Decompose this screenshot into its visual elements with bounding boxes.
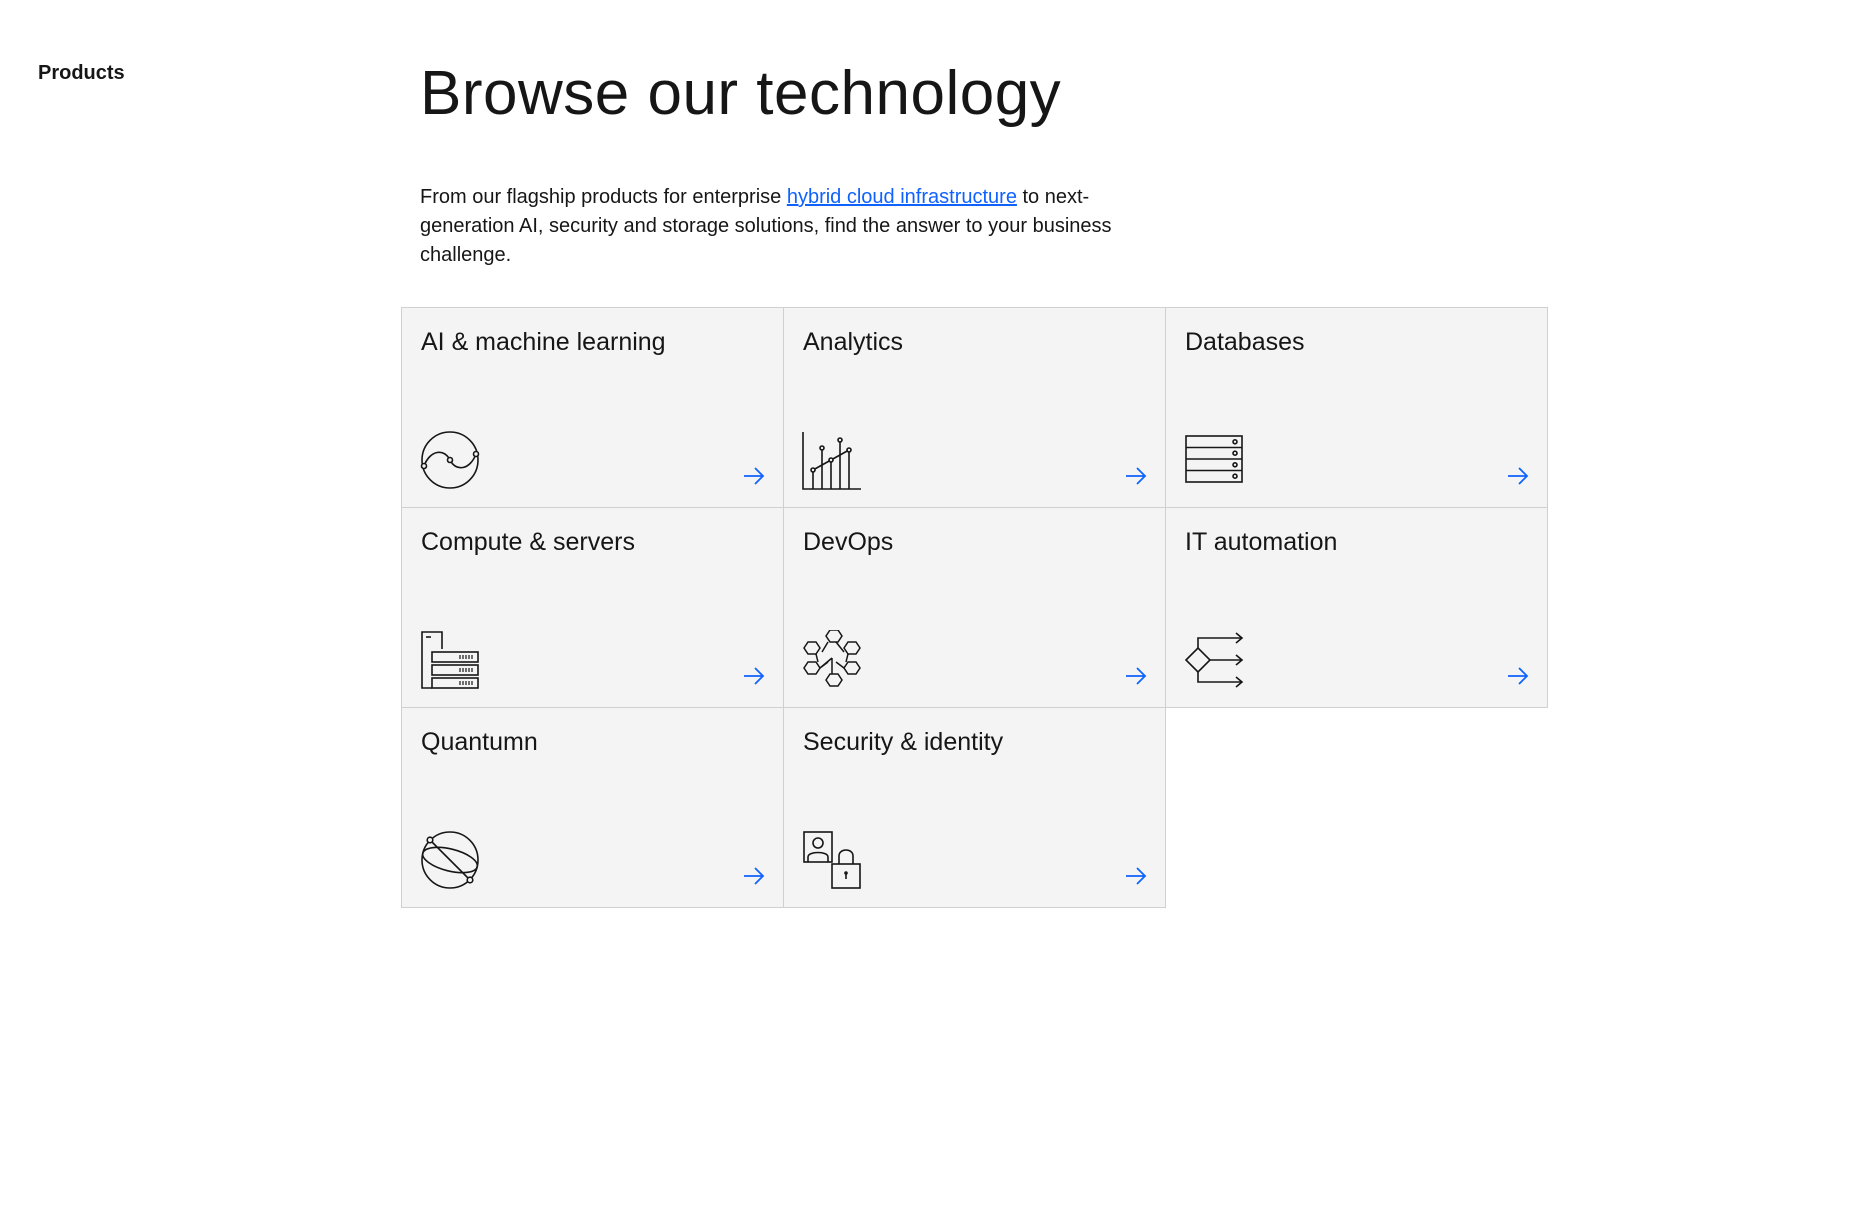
intro-text-start: From our flagship products for enterpris… [420, 186, 787, 208]
tile-analytics[interactable]: Analytics [783, 307, 1166, 508]
arrow-right-icon [1126, 467, 1147, 485]
technology-grid: AI & machine learning Analytics Database… [401, 307, 1548, 908]
automation-flow-icon [1184, 632, 1244, 688]
tile-security-identity[interactable]: Security & identity [783, 707, 1166, 908]
tile-title: IT automation [1185, 528, 1338, 556]
arrow-right-icon [744, 667, 765, 685]
arrow-right-icon [1508, 467, 1529, 485]
tile-ai-machine-learning[interactable]: AI & machine learning [401, 307, 784, 508]
hybrid-cloud-link[interactable]: hybrid cloud infrastructure [787, 186, 1017, 208]
ai-cycle-icon [420, 431, 480, 489]
tile-it-automation[interactable]: IT automation [1165, 507, 1548, 708]
section-label: Products [38, 62, 125, 84]
tile-compute-servers[interactable]: Compute & servers [401, 507, 784, 708]
tile-title: AI & machine learning [421, 328, 666, 356]
tile-title: Analytics [803, 328, 904, 356]
tile-quantum[interactable]: Quantumn [401, 707, 784, 908]
arrow-right-icon [744, 867, 765, 885]
tile-title: DevOps [803, 528, 894, 556]
tile-devops[interactable]: DevOps [783, 507, 1166, 708]
tile-title: Quantumn [421, 728, 538, 756]
page-title: Browse our technology [420, 59, 1062, 128]
analytics-chart-icon [802, 432, 861, 490]
database-rack-icon [1185, 435, 1243, 483]
tile-title: Security & identity [803, 728, 1004, 756]
arrow-right-icon [1126, 867, 1147, 885]
intro-paragraph: From our flagship products for enterpris… [420, 183, 1120, 270]
quantum-sphere-icon [421, 831, 479, 889]
devops-hexagons-icon [803, 630, 861, 687]
identity-lock-icon [803, 831, 861, 889]
tile-databases[interactable]: Databases [1165, 307, 1548, 508]
arrow-right-icon [1508, 667, 1529, 685]
tile-title: Databases [1185, 328, 1305, 356]
arrow-right-icon [744, 467, 765, 485]
tile-title: Compute & servers [421, 528, 635, 556]
page: Products Browse our technology From our … [0, 0, 1856, 1209]
arrow-right-icon [1126, 667, 1147, 685]
server-rack-icon [421, 631, 479, 689]
